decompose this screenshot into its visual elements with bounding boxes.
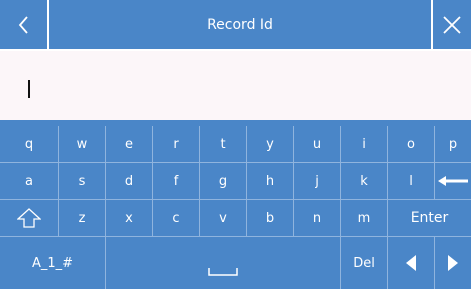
key-label: b xyxy=(265,210,275,226)
key-e[interactable]: e xyxy=(106,126,153,163)
key-a[interactable]: a xyxy=(0,163,59,200)
backspace-key[interactable] xyxy=(435,163,471,200)
mode-label: A_1_# xyxy=(31,255,74,271)
key-label: t xyxy=(220,136,226,152)
space-icon xyxy=(208,268,238,276)
key-label: e xyxy=(125,136,133,152)
key-label: d xyxy=(124,173,134,189)
key-label: c xyxy=(172,210,180,226)
chevron-left-icon xyxy=(18,15,28,34)
key-b[interactable]: b xyxy=(247,200,294,237)
key-label: o xyxy=(407,136,415,152)
key-label: h xyxy=(265,173,275,189)
shift-icon xyxy=(17,208,41,228)
key-label: p xyxy=(448,136,458,152)
key-label: k xyxy=(360,173,368,189)
enter-key[interactable]: Enter xyxy=(388,200,471,237)
caret-right-icon xyxy=(448,255,458,271)
close-button[interactable] xyxy=(433,0,471,49)
key-label: q xyxy=(24,136,34,152)
key-label: g xyxy=(218,173,228,189)
key-t[interactable]: t xyxy=(200,126,247,163)
key-x[interactable]: x xyxy=(106,200,153,237)
key-k[interactable]: k xyxy=(341,163,388,200)
key-p[interactable]: p xyxy=(435,126,471,163)
key-r[interactable]: r xyxy=(153,126,200,163)
key-label: j xyxy=(315,173,319,189)
key-g[interactable]: g xyxy=(200,163,247,200)
cursor-right-key[interactable] xyxy=(435,237,471,289)
key-label: n xyxy=(312,210,322,226)
key-h[interactable]: h xyxy=(247,163,294,200)
delete-key[interactable]: Del xyxy=(341,237,388,289)
key-label: f xyxy=(173,173,179,189)
key-w[interactable]: w xyxy=(59,126,106,163)
back-button[interactable] xyxy=(0,0,47,49)
shift-key[interactable] xyxy=(0,200,59,237)
key-y[interactable]: y xyxy=(247,126,294,163)
key-label: y xyxy=(266,136,274,152)
key-q[interactable]: q xyxy=(0,126,59,163)
key-m[interactable]: m xyxy=(341,200,388,237)
key-c[interactable]: c xyxy=(153,200,200,237)
page-title: Record Id xyxy=(207,16,273,33)
caret-left-icon xyxy=(406,255,416,271)
text-cursor xyxy=(28,80,30,98)
key-n[interactable]: n xyxy=(294,200,341,237)
key-label: w xyxy=(76,136,88,152)
key-u[interactable]: u xyxy=(294,126,341,163)
key-label: s xyxy=(78,173,86,189)
delete-label: Del xyxy=(353,255,375,271)
key-s[interactable]: s xyxy=(59,163,106,200)
key-label: u xyxy=(312,136,322,152)
record-id-input[interactable] xyxy=(0,51,471,120)
key-label: r xyxy=(173,136,179,152)
enter-label: Enter xyxy=(410,210,449,226)
key-label: l xyxy=(409,173,413,189)
key-label: a xyxy=(25,173,33,189)
key-label: i xyxy=(362,136,366,152)
key-v[interactable]: v xyxy=(200,200,247,237)
key-o[interactable]: o xyxy=(388,126,435,163)
mode-switch-key[interactable]: A_1_# xyxy=(0,237,106,289)
key-label: v xyxy=(219,210,227,226)
key-label: m xyxy=(357,210,371,226)
cursor-left-key[interactable] xyxy=(388,237,435,289)
backspace-arrow-icon xyxy=(438,176,468,186)
key-f[interactable]: f xyxy=(153,163,200,200)
space-key[interactable] xyxy=(106,237,341,289)
close-icon xyxy=(443,15,461,34)
key-z[interactable]: z xyxy=(59,200,106,237)
key-label: z xyxy=(78,210,86,226)
key-d[interactable]: d xyxy=(106,163,153,200)
key-i[interactable]: i xyxy=(341,126,388,163)
header-title-bar: Record Id xyxy=(49,0,431,49)
key-j[interactable]: j xyxy=(294,163,341,200)
key-label: x xyxy=(125,210,133,226)
key-l[interactable]: l xyxy=(388,163,435,200)
